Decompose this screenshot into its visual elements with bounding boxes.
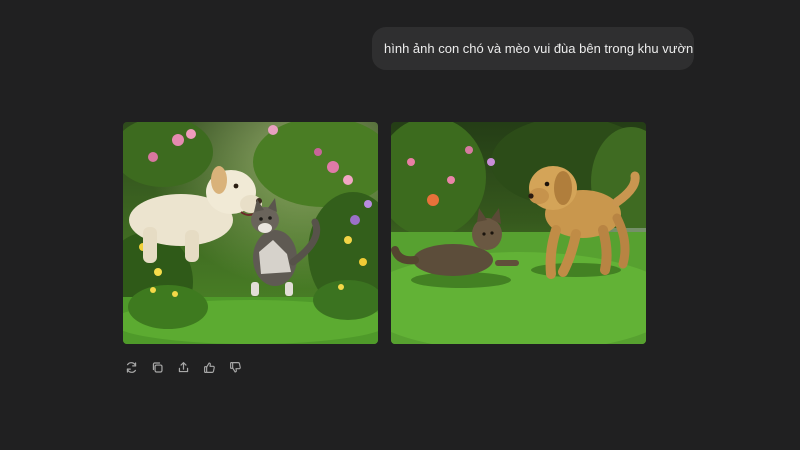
copy-icon xyxy=(152,361,163,373)
user-message-bubble: hình ảnh con chó và mèo vui đùa bên tron… xyxy=(372,27,694,70)
regenerate-icon xyxy=(126,361,136,373)
share-icon xyxy=(178,361,188,372)
dog-and-kitten-garden-image xyxy=(123,122,378,344)
thumbs-up-icon xyxy=(203,361,215,373)
generated-image-2[interactable] xyxy=(391,122,646,344)
regenerate-button[interactable] xyxy=(121,357,141,377)
dog-and-cat-lawn-image xyxy=(391,122,646,344)
share-button[interactable] xyxy=(173,357,193,377)
generated-image-1[interactable] xyxy=(123,122,378,344)
copy-button[interactable] xyxy=(147,357,167,377)
chat-page: hình ảnh con chó và mèo vui đùa bên tron… xyxy=(0,0,800,450)
response-action-bar xyxy=(121,357,245,377)
generated-image-gallery xyxy=(123,122,646,344)
user-message-text: hình ảnh con chó và mèo vui đùa bên tron… xyxy=(384,41,694,56)
thumbs-down-button[interactable] xyxy=(225,357,245,377)
thumbs-up-button[interactable] xyxy=(199,357,219,377)
thumbs-down-icon xyxy=(229,361,241,373)
